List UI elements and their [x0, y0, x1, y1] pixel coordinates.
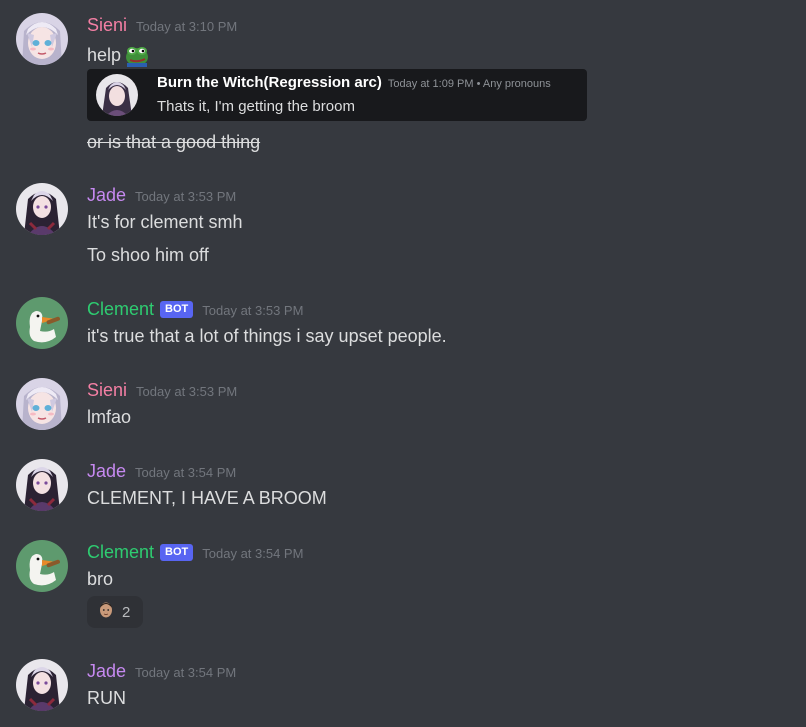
reaction-count: 2	[122, 603, 131, 621]
message-text: or is that a good thing	[87, 132, 261, 152]
bot-tag: BOT	[160, 301, 194, 318]
timestamp: Today at 3:53 PM	[202, 303, 304, 318]
embed-text: Thats it, I'm getting the broom	[157, 98, 355, 115]
bot-tag: BOT	[160, 544, 194, 561]
jade-avatar[interactable]	[16, 183, 68, 235]
message-text: help	[87, 43, 151, 72]
face-emoji-icon	[98, 601, 114, 624]
timestamp: Today at 3:53 PM	[135, 189, 237, 204]
author-name[interactable]: Jade	[87, 661, 126, 682]
reaction-button[interactable]: 2	[87, 596, 143, 628]
author-name[interactable]: Jade	[87, 461, 126, 482]
timestamp: Today at 3:54 PM	[135, 465, 237, 480]
quoted-message-embed[interactable]: Burn the Witch(Regression arc) Today at 1…	[87, 69, 587, 121]
timestamp: Today at 3:54 PM	[135, 665, 237, 680]
author-name[interactable]: Sieni	[87, 380, 127, 401]
timestamp: Today at 3:53 PM	[136, 384, 238, 399]
jade-avatar[interactable]	[16, 659, 68, 711]
clement-avatar[interactable]	[16, 297, 68, 349]
message-text: RUN	[87, 688, 126, 708]
embed-avatar	[96, 74, 138, 116]
author-name[interactable]: Clement	[87, 299, 154, 320]
timestamp: Today at 3:54 PM	[202, 546, 304, 561]
jade-avatar[interactable]	[16, 459, 68, 511]
sieni-avatar[interactable]	[16, 13, 68, 65]
author-name[interactable]: Jade	[87, 185, 126, 206]
embed-author: Burn the Witch(Regression arc) Today at 1…	[157, 74, 551, 91]
sieni-avatar[interactable]	[16, 378, 68, 430]
message-text: It's for clement smh	[87, 212, 243, 232]
message-text: it's true that a lot of things i say ups…	[87, 326, 447, 346]
message-text: To shoo him off	[87, 245, 209, 265]
message-text: CLEMENT, I HAVE A BROOM	[87, 488, 327, 508]
message-text: lmfao	[87, 407, 132, 427]
pepe-emoji-icon	[123, 43, 151, 72]
message-text: bro	[87, 569, 114, 589]
author-name[interactable]: Clement	[87, 542, 154, 563]
embed-meta: Today at 1:09 PM • Any pronouns	[387, 78, 551, 90]
clement-avatar[interactable]	[16, 540, 68, 592]
timestamp: Today at 3:10 PM	[136, 19, 238, 34]
author-name[interactable]: Sieni	[87, 15, 127, 36]
